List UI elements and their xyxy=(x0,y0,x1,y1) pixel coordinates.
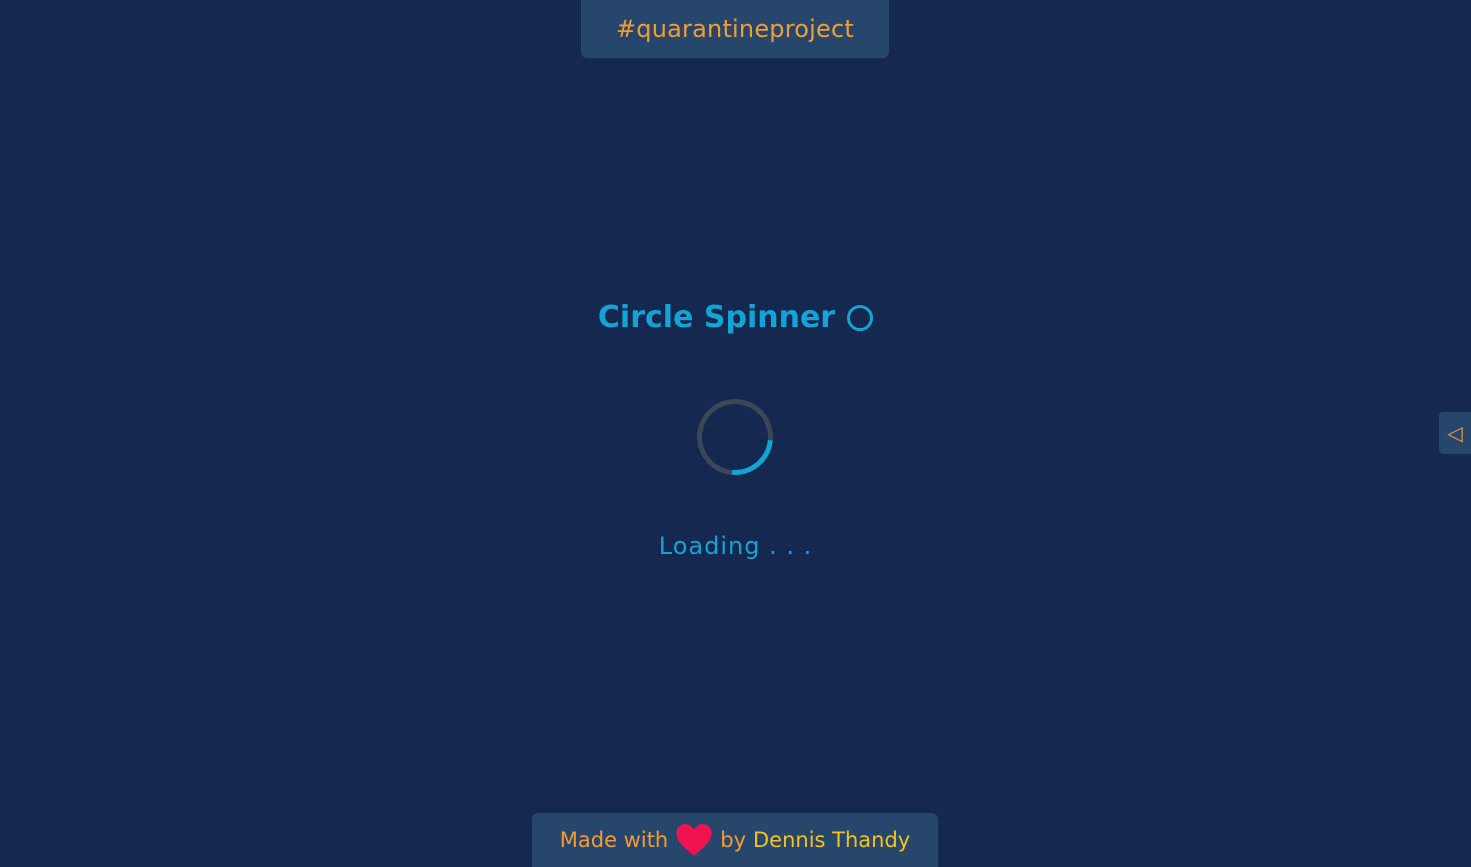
hashtag-banner: #quarantineproject xyxy=(581,0,889,58)
heart-icon xyxy=(676,824,712,856)
triangle-left-icon: ◁ xyxy=(1447,421,1463,445)
loading-text: Loading . . . xyxy=(658,532,813,560)
hashtag-text: #quarantineproject xyxy=(616,15,854,43)
circle-spinner-icon xyxy=(681,383,789,491)
footer-credit: Made with by Dennis Thandy xyxy=(532,813,938,867)
by-text: by xyxy=(720,828,746,852)
side-panel-toggle-button[interactable]: ◁ xyxy=(1439,412,1471,454)
page: #quarantineproject Circle Spinner Loadin… xyxy=(0,0,1471,867)
circle-outline-icon xyxy=(847,304,874,331)
page-title-row: Circle Spinner xyxy=(0,300,1471,335)
page-title: Circle Spinner xyxy=(597,300,836,335)
author-link[interactable]: Dennis Thandy xyxy=(753,828,910,852)
made-with-text: Made with xyxy=(559,828,669,852)
